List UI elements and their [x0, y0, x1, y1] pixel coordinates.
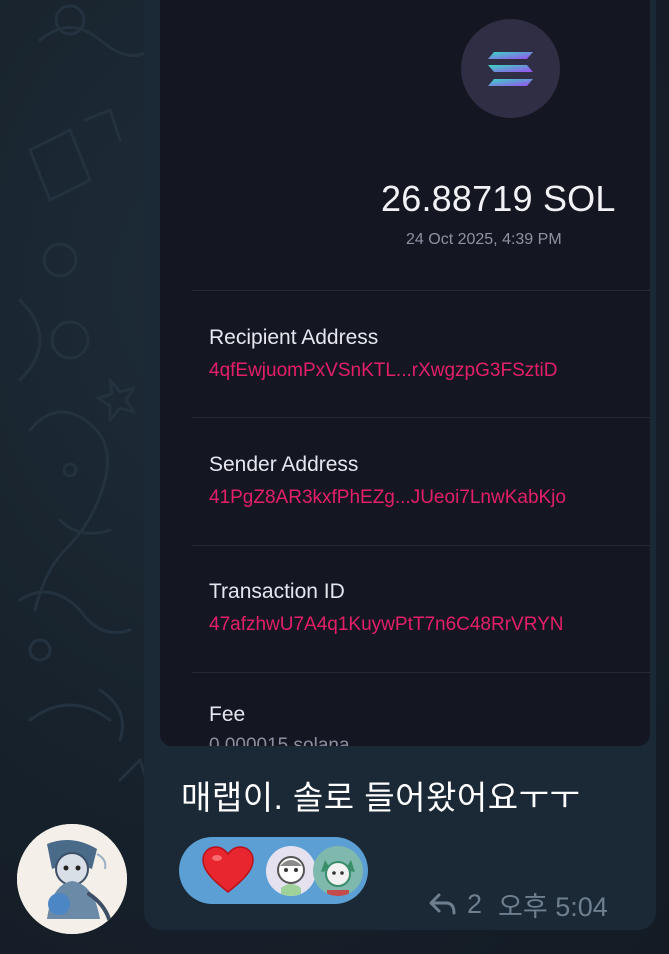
reply-count[interactable]: 2	[467, 889, 482, 920]
message-time: 오후 5:04	[498, 891, 608, 922]
divider	[192, 290, 650, 291]
sender-avatar[interactable]	[17, 824, 127, 934]
divider	[192, 672, 650, 673]
solana-logo-icon	[461, 19, 560, 118]
recipient-address-value: 4qfEwjuomPxVSnKTL...rXwgzpG3FSztiD	[209, 360, 558, 381]
divider	[192, 545, 650, 546]
fee-label: Fee	[209, 703, 246, 726]
transaction-date: 24 Oct 2025, 4:39 PM	[406, 231, 562, 248]
transaction-id-label: Transaction ID	[209, 580, 345, 603]
sender-address-value: 41PgZ8AR3kxfPhEZg...JUeoi7LnwKabKjo	[209, 487, 566, 508]
recipient-address-label: Recipient Address	[209, 326, 379, 349]
transaction-id-value: 47afzhwU7A4q1KuywPtT7n6C48RrVRYN	[209, 614, 564, 635]
chat-window: 26.88719 SOL 24 Oct 2025, 4:39 PM Recipi…	[0, 0, 669, 954]
reply-arrow-icon[interactable]	[428, 892, 458, 916]
divider	[192, 417, 650, 418]
red-heart-icon	[202, 846, 254, 893]
fee-value: 0.000015 solana	[209, 735, 350, 746]
message-text: 매랩이. 솔로 들어왔어요ㅜㅜ	[181, 779, 581, 816]
sender-address-label: Sender Address	[209, 453, 359, 476]
fee-value-clip: 0.000015 solana	[160, 735, 650, 746]
message-meta: 2 오후 5:04	[428, 886, 608, 922]
reactor-avatar[interactable]	[313, 846, 363, 896]
transaction-amount: 26.88719 SOL	[381, 178, 616, 219]
reactor-avatar[interactable]	[266, 846, 316, 896]
